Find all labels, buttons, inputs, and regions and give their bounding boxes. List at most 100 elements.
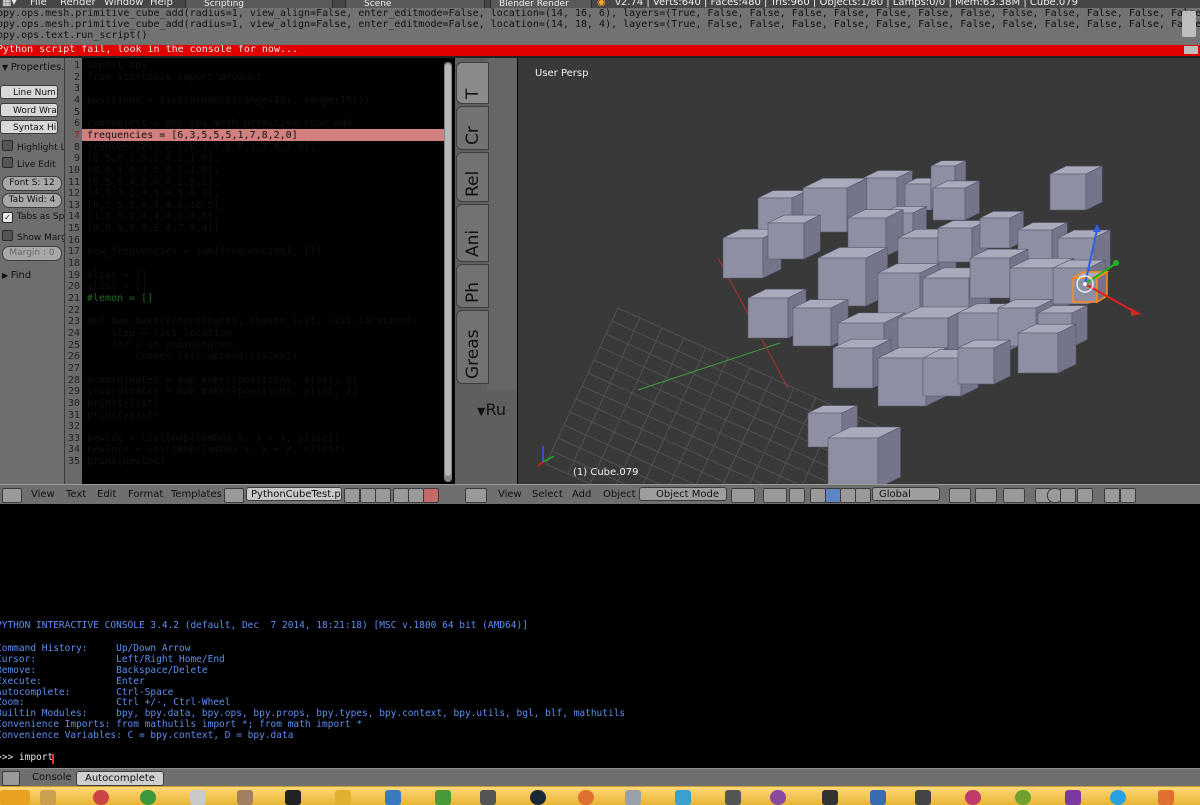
- app-icon[interactable]: [870, 790, 886, 805]
- text-browse-icon[interactable]: [224, 488, 244, 503]
- app-icon[interactable]: [1065, 790, 1081, 805]
- report-scrollbar[interactable]: [1182, 11, 1196, 37]
- scale-manipulator-icon[interactable]: [855, 488, 871, 503]
- tab-create[interactable]: Cr: [456, 106, 489, 150]
- find-panel-header[interactable]: ▶ Find: [2, 270, 31, 281]
- app-icon[interactable]: [770, 790, 786, 805]
- layer-buttons-1[interactable]: [949, 488, 971, 503]
- screen-layout-dropdown[interactable]: Scripting: [185, 0, 333, 8]
- app-icon[interactable]: [675, 790, 691, 805]
- snap-element-icon[interactable]: [1077, 488, 1093, 503]
- scene-dropdown[interactable]: Scene: [345, 0, 485, 8]
- menu-object[interactable]: Object: [603, 489, 636, 500]
- chrome-icon[interactable]: [140, 790, 156, 805]
- menu-edit[interactable]: Edit: [97, 489, 116, 500]
- render-animation-icon[interactable]: [1120, 488, 1136, 503]
- show-margin-checkbox[interactable]: Show Marg: [2, 230, 64, 243]
- command-prompt-icon[interactable]: [285, 790, 301, 805]
- syntax-highlight-icon[interactable]: [423, 488, 439, 503]
- layer-buttons-3[interactable]: [1003, 488, 1025, 503]
- code-editor[interactable]: import bpy from itertools import product p…: [82, 58, 444, 484]
- pivot-dropdown-icon[interactable]: [763, 488, 787, 503]
- skype-icon[interactable]: [1110, 790, 1126, 805]
- code-scrollbar[interactable]: [444, 62, 452, 482]
- app-icon[interactable]: [435, 790, 451, 805]
- file-explorer-icon[interactable]: [40, 790, 56, 805]
- tab-tools[interactable]: T: [456, 62, 489, 104]
- translate-manipulator-icon[interactable]: [825, 488, 841, 503]
- error-scroll-handle[interactable]: [1184, 46, 1198, 54]
- line-numbers-toggle[interactable]: Line Num...: [0, 85, 58, 99]
- app-icon[interactable]: [1015, 790, 1031, 805]
- calculator-icon[interactable]: [480, 790, 496, 805]
- blender-icon[interactable]: [578, 790, 594, 805]
- monitor-icon[interactable]: [190, 790, 206, 805]
- text-file-name[interactable]: PythonCubeTest.py: [246, 487, 342, 501]
- unlink-text-icon[interactable]: [375, 488, 391, 503]
- app-icon[interactable]: [915, 790, 931, 805]
- run-panel-header[interactable]: ▼Ru: [477, 400, 506, 419]
- menu-render[interactable]: Render: [60, 0, 96, 8]
- console-tab[interactable]: Console: [24, 771, 80, 784]
- 3d-viewport[interactable]: User Persp (1) Cube.079: [518, 58, 1200, 484]
- font-size-field[interactable]: Font S: 12: [2, 176, 62, 191]
- menu-select[interactable]: Select: [532, 489, 563, 500]
- live-edit-checkbox[interactable]: Live Edit: [2, 157, 56, 170]
- blender-icon[interactable]: [1158, 790, 1174, 805]
- cube-front-face: [877, 272, 921, 316]
- shading-dropdown-icon[interactable]: [731, 488, 755, 503]
- rotate-manipulator-icon[interactable]: [840, 488, 856, 503]
- manipulator-axis-icon[interactable]: [810, 488, 826, 503]
- menu-text[interactable]: Text: [66, 489, 86, 500]
- start-button[interactable]: [0, 790, 30, 805]
- python-console[interactable]: PYTHON INTERACTIVE CONSOLE 3.4.2 (defaul…: [0, 504, 1200, 768]
- tab-relations[interactable]: Rel: [456, 152, 489, 202]
- blender-menu-icon[interactable]: ▦▾: [2, 0, 16, 8]
- mode-dropdown[interactable]: Object Mode: [639, 487, 727, 501]
- menu-help[interactable]: Help: [150, 0, 173, 8]
- app-icon[interactable]: [385, 790, 401, 805]
- word-wrap-toggle[interactable]: Word Wrap: [0, 103, 58, 117]
- menu-format[interactable]: Format: [128, 489, 163, 500]
- app-icon[interactable]: [93, 790, 109, 805]
- tab-physics[interactable]: Ph: [456, 264, 489, 308]
- render-engine-dropdown[interactable]: Blender Render: [490, 0, 592, 8]
- highlight-line-checkbox[interactable]: Highlight L: [2, 140, 64, 153]
- app-icon[interactable]: [965, 790, 981, 805]
- editor-type-icon[interactable]: [2, 771, 20, 786]
- menu-file[interactable]: File: [30, 0, 47, 8]
- console-prompt[interactable]: >>> import: [0, 752, 59, 763]
- tab-grease-pencil[interactable]: Greas: [456, 310, 489, 384]
- editor-type-icon[interactable]: [2, 488, 22, 503]
- app-icon[interactable]: [725, 790, 741, 805]
- menu-window[interactable]: Window: [104, 0, 143, 8]
- tab-width-field[interactable]: Tab Wid: 4: [2, 193, 62, 208]
- app-icon[interactable]: [625, 790, 641, 805]
- tab-physics-label: Ph: [463, 281, 483, 303]
- syntax-highlight-toggle[interactable]: Syntax Hi...: [0, 120, 58, 134]
- tab-animation[interactable]: Ani: [456, 204, 489, 262]
- word-wrap-icon[interactable]: [408, 488, 424, 503]
- app-icon[interactable]: [822, 790, 838, 805]
- menu-add[interactable]: Add: [572, 489, 591, 500]
- app-icon[interactable]: [237, 790, 253, 805]
- menu-view[interactable]: View: [31, 489, 55, 500]
- margin-field[interactable]: Margin : 0: [2, 246, 62, 261]
- manipulator-toggle-icon[interactable]: [789, 488, 805, 503]
- menu-templates[interactable]: Templates: [171, 489, 222, 500]
- folder-icon[interactable]: [335, 790, 351, 805]
- steam-icon[interactable]: [530, 790, 546, 805]
- code-scrollbar-thumb[interactable]: [445, 64, 451, 476]
- snap-toggle-icon[interactable]: [1060, 488, 1076, 503]
- properties-header[interactable]: ▼ Properties...: [2, 62, 64, 73]
- editor-type-icon[interactable]: [465, 488, 487, 503]
- line-numbers-icon[interactable]: [393, 488, 409, 503]
- layer-buttons-2[interactable]: [975, 488, 997, 503]
- autocomplete-tab[interactable]: Autocomplete: [76, 771, 164, 786]
- menu-view[interactable]: View: [498, 489, 522, 500]
- tabs-as-spaces-checkbox[interactable]: ✓ Tabs as Sp: [2, 212, 64, 223]
- render-preview-icon[interactable]: [1104, 488, 1120, 503]
- orientation-dropdown[interactable]: Global: [872, 487, 940, 501]
- new-text-icon[interactable]: [344, 488, 360, 503]
- open-text-icon[interactable]: [360, 488, 376, 503]
